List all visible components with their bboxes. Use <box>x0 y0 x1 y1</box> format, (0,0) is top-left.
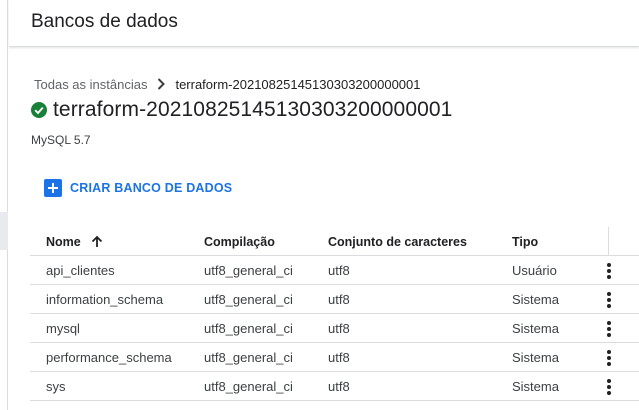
page-title: Bancos de dados <box>31 11 178 32</box>
cell-type: Sistema <box>512 350 559 365</box>
page-header: Bancos de dados <box>9 0 639 47</box>
cell-collation: utf8_general_ci <box>204 350 293 365</box>
table-header-row: Nome Compilação Conjunto de caracteres T… <box>30 227 639 256</box>
more-vert-icon[interactable] <box>598 256 620 285</box>
instance-heading: terraform-20210825145130303200000001 <box>31 98 452 122</box>
column-header-name[interactable]: Nome <box>46 227 103 256</box>
instance-version: MySQL 5.7 <box>31 133 91 147</box>
instance-name: terraform-20210825145130303200000001 <box>53 98 453 121</box>
more-vert-icon[interactable] <box>598 285 620 314</box>
cell-collation: utf8_general_ci <box>204 379 293 394</box>
table-row: mysql utf8_general_ci utf8 Sistema <box>30 314 639 343</box>
cell-name: mysql <box>46 321 80 336</box>
table-row: api_clientes utf8_general_ci utf8 Usuári… <box>30 256 639 285</box>
databases-table: Nome Compilação Conjunto de caracteres T… <box>30 227 639 401</box>
cell-collation: utf8_general_ci <box>204 263 293 278</box>
cell-type: Sistema <box>512 321 559 336</box>
cell-charset: utf8 <box>328 263 350 278</box>
table-row: sys utf8_general_ci utf8 Sistema <box>30 372 639 401</box>
check-circle-icon <box>31 102 47 118</box>
left-nav-rail <box>0 0 8 410</box>
cell-name: information_schema <box>46 292 164 307</box>
cell-collation: utf8_general_ci <box>204 321 293 336</box>
left-nav-rail-active-item[interactable] <box>0 212 8 250</box>
page: Bancos de dados Todas as instâncias terr… <box>0 0 639 410</box>
arrow-up-sort-icon[interactable] <box>91 235 103 248</box>
more-vert-icon[interactable] <box>598 343 620 372</box>
cell-type: Sistema <box>512 379 559 394</box>
cell-charset: utf8 <box>328 350 350 365</box>
breadcrumb: Todas as instâncias terraform-2021082514… <box>34 76 421 92</box>
table-row: information_schema utf8_general_ci utf8 … <box>30 285 639 314</box>
chevron-right-icon <box>157 78 166 90</box>
cell-charset: utf8 <box>328 379 350 394</box>
column-header-type: Tipo <box>512 234 539 249</box>
cell-name: performance_schema <box>46 350 172 365</box>
breadcrumb-current-instance: terraform-20210825145130303200000001 <box>175 76 421 92</box>
cell-charset: utf8 <box>328 321 350 336</box>
more-vert-icon[interactable] <box>598 314 620 343</box>
table-row: performance_schema utf8_general_ci utf8 … <box>30 343 639 372</box>
more-vert-icon[interactable] <box>598 372 620 401</box>
create-database-label: CRIAR BANCO DE DADOS <box>70 181 233 195</box>
column-header-charset: Conjunto de caracteres <box>328 234 467 249</box>
breadcrumb-all-instances-link[interactable]: Todas as instâncias <box>34 77 147 92</box>
column-header-collation: Compilação <box>204 234 275 249</box>
cell-name: api_clientes <box>46 263 115 278</box>
column-divider <box>608 227 609 256</box>
create-database-button[interactable]: CRIAR BANCO DE DADOS <box>44 177 232 199</box>
cell-collation: utf8_general_ci <box>204 292 293 307</box>
cell-type: Sistema <box>512 292 559 307</box>
plus-icon <box>44 179 62 197</box>
cell-type: Usuário <box>512 263 557 278</box>
column-header-name-label: Nome <box>46 234 81 249</box>
cell-name: sys <box>46 379 66 394</box>
cell-charset: utf8 <box>328 292 350 307</box>
